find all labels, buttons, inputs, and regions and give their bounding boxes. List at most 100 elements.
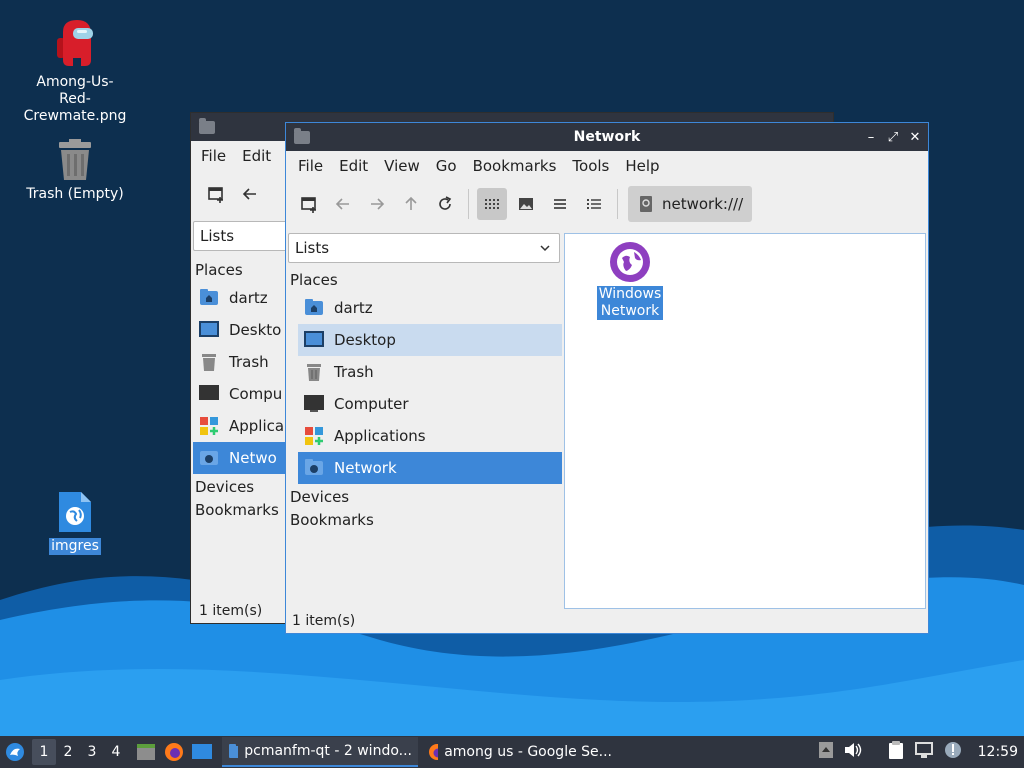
path-bar[interactable]: network:/// xyxy=(628,186,752,222)
new-tab-button[interactable] xyxy=(201,178,231,210)
network-applet[interactable] xyxy=(914,741,934,763)
place-item-computer[interactable]: Computer xyxy=(298,388,562,420)
back-button[interactable] xyxy=(328,188,358,220)
compact-list-icon xyxy=(554,199,566,209)
workspace-1[interactable]: 1 xyxy=(32,739,56,765)
forward-button[interactable] xyxy=(362,188,392,220)
place-label: Compu xyxy=(229,385,283,403)
menu-file[interactable]: File xyxy=(290,157,331,175)
applications-icon xyxy=(304,426,324,446)
home-folder-icon xyxy=(199,288,219,308)
menu-go[interactable]: Go xyxy=(428,157,465,175)
place-item-applications[interactable]: Applications xyxy=(298,420,562,452)
quicklaunch-file-manager[interactable] xyxy=(132,743,160,761)
place-item-trash[interactable]: Trash xyxy=(298,356,562,388)
close-button[interactable]: ✕ xyxy=(908,130,922,145)
thumbnail-view-button[interactable] xyxy=(511,188,541,220)
place-item-trash[interactable]: Trash xyxy=(193,346,287,378)
place-label: Desktop xyxy=(334,331,396,349)
place-item-computer[interactable]: Compu xyxy=(193,378,287,410)
task-label: pcmanfm-qt - 2 windo... xyxy=(244,743,412,759)
compact-view-button[interactable] xyxy=(545,188,575,220)
menu-bookmarks[interactable]: Bookmarks xyxy=(465,157,565,175)
menu-file[interactable]: File xyxy=(193,147,234,165)
volume-icon xyxy=(844,743,861,757)
firefox-icon xyxy=(165,743,183,761)
places-header[interactable]: Places xyxy=(288,269,562,292)
taskbar: 1 2 3 4 pcmanfm-qt - 2 windo... among us… xyxy=(0,736,1024,768)
place-item-home[interactable]: dartz xyxy=(193,282,287,314)
place-label: Computer xyxy=(334,395,409,413)
place-item-desktop[interactable]: Desktop xyxy=(298,324,562,356)
place-label: dartz xyxy=(334,299,373,317)
minimize-button[interactable]: – xyxy=(864,130,878,145)
workspace-3[interactable]: 3 xyxy=(80,739,104,765)
up-button[interactable] xyxy=(396,188,426,220)
network-wired-icon xyxy=(914,742,933,758)
detailed-view-button[interactable] xyxy=(579,188,609,220)
desktop-icon-label: Trash (Empty) xyxy=(26,186,124,202)
icon-view-button[interactable] xyxy=(477,188,507,220)
place-label: Netwo xyxy=(229,449,277,467)
clipboard-icon xyxy=(888,741,903,759)
place-item-network[interactable]: Network xyxy=(298,452,562,484)
arrow-up-icon xyxy=(405,196,417,210)
task-pcmanfm[interactable]: pcmanfm-qt - 2 windo... xyxy=(222,737,418,767)
bookmarks-header[interactable]: Bookmarks xyxy=(193,499,287,522)
place-item-applications[interactable]: Applica xyxy=(193,410,287,442)
desktop-icon-trash[interactable]: Trash (Empty) xyxy=(20,138,130,203)
bookmarks-header[interactable]: Bookmarks xyxy=(288,509,562,532)
menu-edit[interactable]: Edit xyxy=(331,157,376,175)
devices-header[interactable]: Devices xyxy=(193,476,287,499)
drive-icon xyxy=(640,196,652,212)
workspace-2[interactable]: 2 xyxy=(56,739,80,765)
quicklaunch-firefox[interactable] xyxy=(160,742,188,762)
back-window-side-pane: Places dartz Deskto Trash Compu Applica … xyxy=(193,259,287,522)
place-item-home[interactable]: dartz xyxy=(298,292,562,324)
folder-view[interactable]: Windows Network xyxy=(564,233,926,609)
updates-applet[interactable] xyxy=(944,741,962,763)
window-titlebar[interactable]: Network – ⤢ ✕ xyxy=(286,123,928,151)
start-menu-button[interactable] xyxy=(0,736,30,768)
place-label: Applica xyxy=(229,417,285,435)
file-manager-icon xyxy=(137,744,155,760)
toolbar-separator xyxy=(617,189,618,219)
back-button[interactable] xyxy=(235,178,265,210)
menubar: File Edit View Go Bookmarks Tools Help xyxy=(286,151,928,181)
place-item-desktop[interactable]: Deskto xyxy=(193,314,287,346)
lubuntu-logo-icon xyxy=(6,743,24,761)
desktop-icon-imgres[interactable]: imgres xyxy=(20,490,130,555)
devices-header[interactable]: Devices xyxy=(288,486,562,509)
desktop-icon xyxy=(304,330,324,350)
workspace-4[interactable]: 4 xyxy=(104,739,128,765)
desktop-icon-among-us[interactable]: Among-Us-Red- Crewmate.png xyxy=(20,18,130,125)
window-title: Network xyxy=(573,129,641,145)
side-pane-mode-select[interactable]: Lists xyxy=(288,233,560,263)
folder-item-windows-network[interactable]: Windows Network xyxy=(595,240,665,320)
tray-expander[interactable] xyxy=(818,741,834,763)
task-firefox[interactable]: among us - Google Se... xyxy=(422,737,618,767)
desktop-icon xyxy=(199,320,219,340)
home-folder-icon xyxy=(304,298,324,318)
network-folder-icon xyxy=(304,458,324,478)
maximize-button[interactable]: ⤢ xyxy=(886,130,900,145)
side-pane-mode-select[interactable]: Lists xyxy=(193,221,289,251)
place-label: Trash xyxy=(334,363,374,381)
quicklaunch-show-desktop[interactable] xyxy=(188,743,216,761)
menu-help[interactable]: Help xyxy=(617,157,667,175)
menu-view[interactable]: View xyxy=(376,157,428,175)
volume-control[interactable] xyxy=(844,742,862,762)
menu-tools[interactable]: Tools xyxy=(564,157,617,175)
new-tab-button[interactable] xyxy=(294,188,324,220)
clock[interactable]: 12:59 xyxy=(978,744,1018,760)
places-header[interactable]: Places xyxy=(193,259,287,282)
menu-edit[interactable]: Edit xyxy=(234,147,279,165)
network-file-manager-window[interactable]: Network – ⤢ ✕ File Edit View Go Bookmark… xyxy=(285,122,929,634)
reload-button[interactable] xyxy=(430,188,460,220)
place-label: Deskto xyxy=(229,321,282,339)
place-item-network[interactable]: Netwo xyxy=(193,442,287,474)
computer-icon xyxy=(199,384,219,404)
detailed-list-icon xyxy=(587,199,601,209)
update-notifier-icon xyxy=(944,742,961,758)
clipboard-applet[interactable] xyxy=(888,740,904,764)
